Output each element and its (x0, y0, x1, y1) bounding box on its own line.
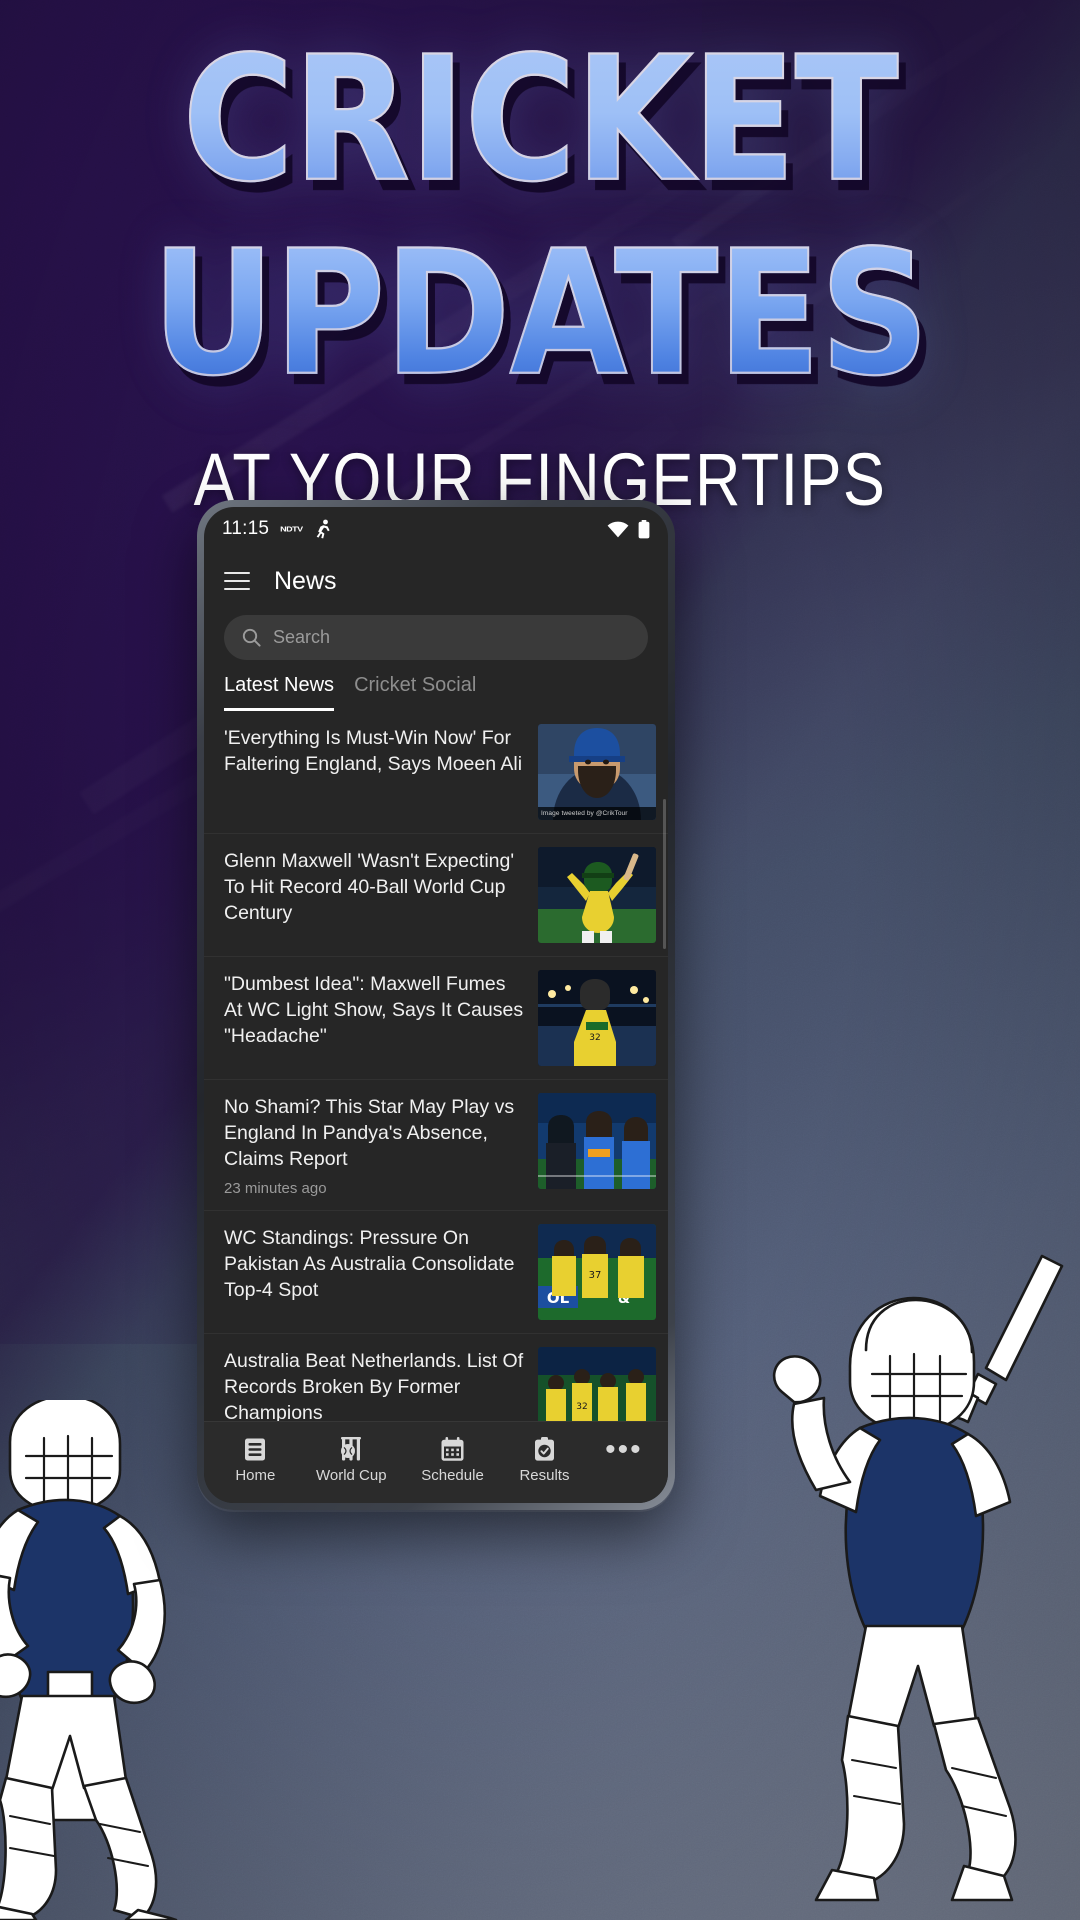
batsman-illustration-right (772, 1254, 1064, 1902)
news-list-item[interactable]: 'Everything Is Must-Win Now' For Falteri… (204, 711, 668, 834)
news-item-thumbnail: 32 (538, 1346, 656, 1421)
headline-line-1: CRICKET (0, 33, 1080, 207)
news-item-text: No Shami? This Star May Play vs England … (224, 1093, 528, 1197)
tab-latest-news[interactable]: Latest News (224, 674, 335, 711)
wifi-icon (607, 521, 629, 537)
nav-label-results: Results (519, 1466, 570, 1484)
news-item-text: Glenn Maxwell 'Wasn't Expecting' To Hit … (224, 847, 528, 927)
calendar-icon (440, 1436, 465, 1462)
phone-mockup: 11:15 NDTV News Search Latest News Crick… (197, 500, 675, 1510)
list-home-icon (243, 1436, 267, 1462)
status-bar: 11:15 NDTV (204, 507, 668, 551)
news-item-text: "Dumbest Idea": Maxwell Fumes At WC Ligh… (224, 970, 528, 1050)
nav-label-home: Home (235, 1466, 276, 1484)
clipboard-check-icon (533, 1436, 556, 1462)
more-overflow-icon[interactable]: ••• (605, 1434, 643, 1477)
status-bar-left: 11:15 NDTV (222, 518, 332, 540)
news-item-thumbnail (538, 847, 656, 943)
hamburger-menu-icon[interactable] (224, 572, 250, 590)
news-list-item[interactable]: Glenn Maxwell 'Wasn't Expecting' To Hit … (204, 834, 668, 957)
nav-label-world-cup: World Cup (315, 1466, 387, 1484)
search-placeholder: Search (273, 627, 331, 647)
ndtv-logo-icon: NDTV (280, 524, 303, 534)
news-item-text: WC Standings: Pressure On Pakistan As Au… (224, 1224, 528, 1304)
nav-item-world-cup[interactable]: World Cup (316, 1436, 387, 1484)
tab-bar: Latest News Cricket Social (204, 660, 668, 711)
news-list[interactable]: 'Everything Is Must-Win Now' For Falteri… (204, 711, 668, 1421)
nav-label-schedule: Schedule (421, 1466, 484, 1484)
news-item-title: Glenn Maxwell 'Wasn't Expecting' To Hit … (224, 850, 515, 924)
nav-item-schedule[interactable]: Schedule (421, 1436, 484, 1484)
tab-cricket-social[interactable]: Cricket Social (354, 674, 476, 711)
news-list-item[interactable]: WC Standings: Pressure On Pakistan As Au… (204, 1211, 668, 1334)
nav-item-home[interactable]: Home (229, 1436, 281, 1484)
hero-headline: CRICKET UPDATES AT YOUR FINGERTIPS (0, 0, 1080, 521)
news-list-item[interactable]: Australia Beat Netherlands. List Of Reco… (204, 1334, 668, 1421)
news-item-text: 'Everything Is Must-Win Now' For Falteri… (224, 724, 528, 778)
news-item-text: Australia Beat Netherlands. List Of Reco… (224, 1347, 528, 1421)
scroll-indicator[interactable] (663, 799, 666, 949)
page-title: News (274, 566, 337, 595)
search-input[interactable]: Search (224, 615, 648, 660)
news-item-title: Australia Beat Netherlands. List Of Reco… (224, 1349, 524, 1421)
app-bar: News (204, 551, 668, 611)
battery-icon (638, 519, 650, 538)
svg-text:32: 32 (576, 1402, 587, 1412)
status-bar-right (607, 519, 650, 539)
news-list-item[interactable]: "Dumbest Idea": Maxwell Fumes At WC Ligh… (204, 957, 668, 1080)
thumbnail-caption: Image tweeted by @CrikTour (538, 807, 656, 820)
search-section: Search (204, 611, 668, 660)
bottom-navigation-bar: Home World Cup Schedule Results ••• (204, 1421, 668, 1503)
headline-line-2: UPDATES (0, 226, 1080, 400)
news-item-thumbnail: 32 (538, 970, 656, 1066)
svg-text:32: 32 (589, 1033, 600, 1043)
search-icon (242, 628, 261, 647)
news-item-thumbnail: OL & 37 (538, 1223, 656, 1320)
phone-screen: 11:15 NDTV News Search Latest News Crick… (204, 507, 668, 1503)
news-item-title: 'Everything Is Must-Win Now' For Falteri… (224, 727, 523, 775)
news-item-title: "Dumbest Idea": Maxwell Fumes At WC Ligh… (224, 973, 524, 1047)
news-item-thumbnail (538, 1093, 656, 1189)
nav-item-results[interactable]: Results (518, 1436, 570, 1484)
news-item-title: No Shami? This Star May Play vs England … (224, 1096, 515, 1170)
news-item-timestamp: 23 minutes ago (224, 1179, 327, 1197)
news-list-item[interactable]: No Shami? This Star May Play vs England … (204, 1080, 668, 1211)
status-bar-time: 11:15 (222, 518, 270, 539)
news-item-title: WC Standings: Pressure On Pakistan As Au… (224, 1226, 515, 1301)
running-person-icon (316, 519, 330, 539)
news-item-thumbnail: Image tweeted by @CrikTour (538, 724, 656, 820)
svg-text:37: 37 (589, 1270, 602, 1281)
cricket-stumps-ball-icon (337, 1436, 365, 1462)
